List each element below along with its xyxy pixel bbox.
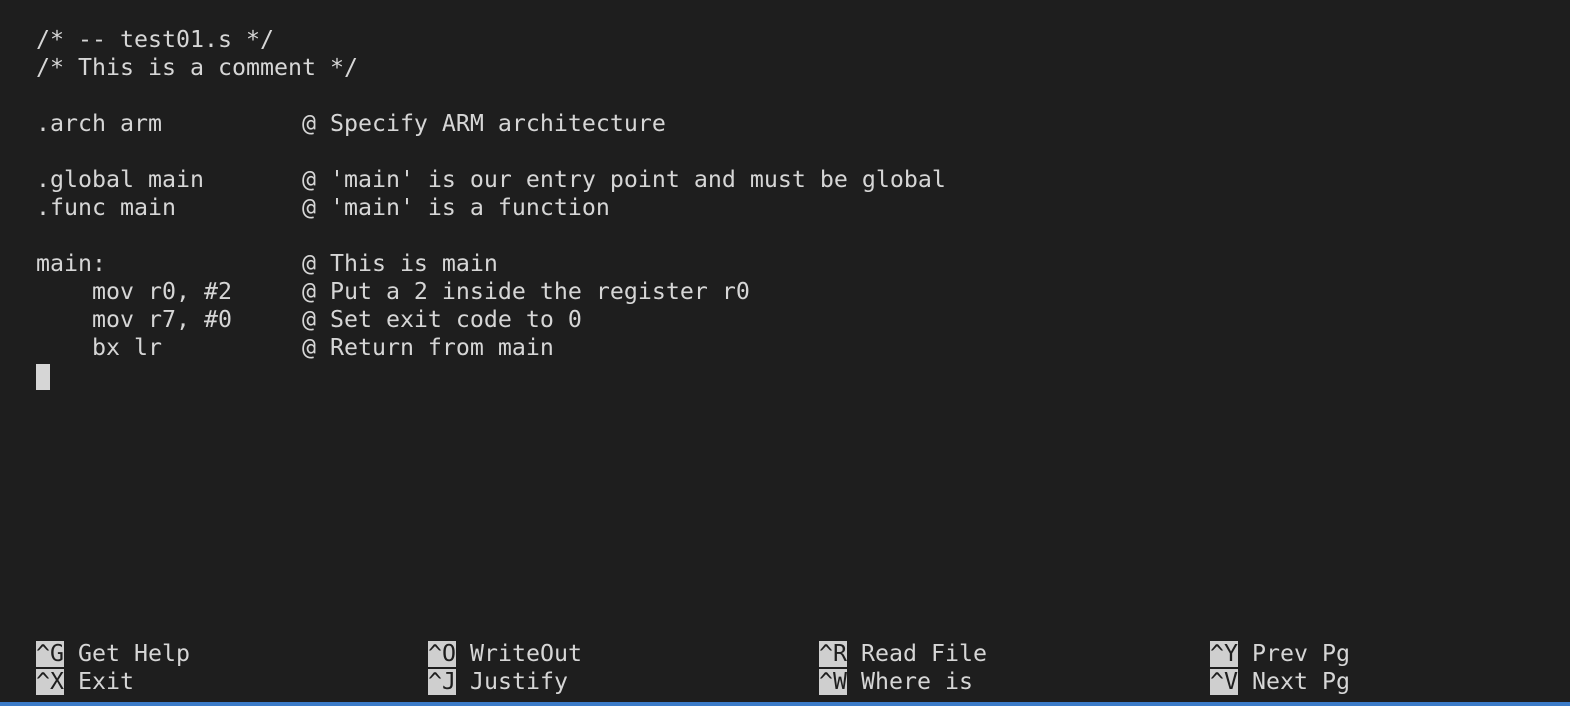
shortcut-label: Read File — [861, 640, 987, 667]
code-line: mov r7, #0 @ Set exit code to 0 — [36, 306, 582, 333]
shortcut-key: ^W — [819, 668, 847, 695]
terminal-status-bar — [0, 702, 1570, 706]
shortcut-key: ^Y — [1210, 640, 1238, 667]
editor-text-area[interactable]: /* -- test01.s */ /* This is a comment *… — [36, 26, 946, 390]
shortcut-writeout[interactable]: ^O WriteOut — [428, 640, 582, 668]
shortcut-row-2: ^X Exit ^J Justify ^W Where is ^V Next P… — [36, 668, 1570, 696]
shortcut-prev-page[interactable]: ^Y Prev Pg — [1210, 640, 1350, 668]
code-line: /* This is a comment */ — [36, 54, 358, 81]
shortcut-key: ^J — [428, 668, 456, 695]
text-cursor — [36, 363, 50, 390]
cursor-line — [36, 362, 946, 390]
shortcut-get-help[interactable]: ^G Get Help — [36, 640, 190, 668]
shortcut-bar: ^G Get Help ^O WriteOut ^R Read File ^Y … — [36, 640, 1570, 696]
shortcut-label: Justify — [470, 668, 568, 695]
code-line: mov r0, #2 @ Put a 2 inside the register… — [36, 278, 750, 305]
code-line: main: @ This is main — [36, 250, 498, 277]
shortcut-where-is[interactable]: ^W Where is — [819, 668, 973, 696]
shortcut-label: Next Pg — [1252, 668, 1350, 695]
shortcut-row-1: ^G Get Help ^O WriteOut ^R Read File ^Y … — [36, 640, 1570, 668]
code-line: bx lr @ Return from main — [36, 334, 554, 361]
code-line: /* -- test01.s */ — [36, 26, 274, 53]
shortcut-key: ^R — [819, 640, 847, 667]
shortcut-next-page[interactable]: ^V Next Pg — [1210, 668, 1350, 696]
shortcut-label: WriteOut — [470, 640, 582, 667]
shortcut-exit[interactable]: ^X Exit — [36, 668, 134, 696]
shortcut-read-file[interactable]: ^R Read File — [819, 640, 987, 668]
code-line: .arch arm @ Specify ARM architecture — [36, 110, 666, 137]
shortcut-label: Get Help — [78, 640, 190, 667]
shortcut-label: Prev Pg — [1252, 640, 1350, 667]
shortcut-label: Where is — [861, 668, 973, 695]
shortcut-key: ^V — [1210, 668, 1238, 695]
shortcut-key: ^O — [428, 640, 456, 667]
shortcut-justify[interactable]: ^J Justify — [428, 668, 568, 696]
shortcut-key: ^X — [36, 668, 64, 695]
code-line: .global main @ 'main' is our entry point… — [36, 166, 946, 193]
shortcut-key: ^G — [36, 640, 64, 667]
code-line: .func main @ 'main' is a function — [36, 194, 610, 221]
shortcut-label: Exit — [78, 668, 134, 695]
